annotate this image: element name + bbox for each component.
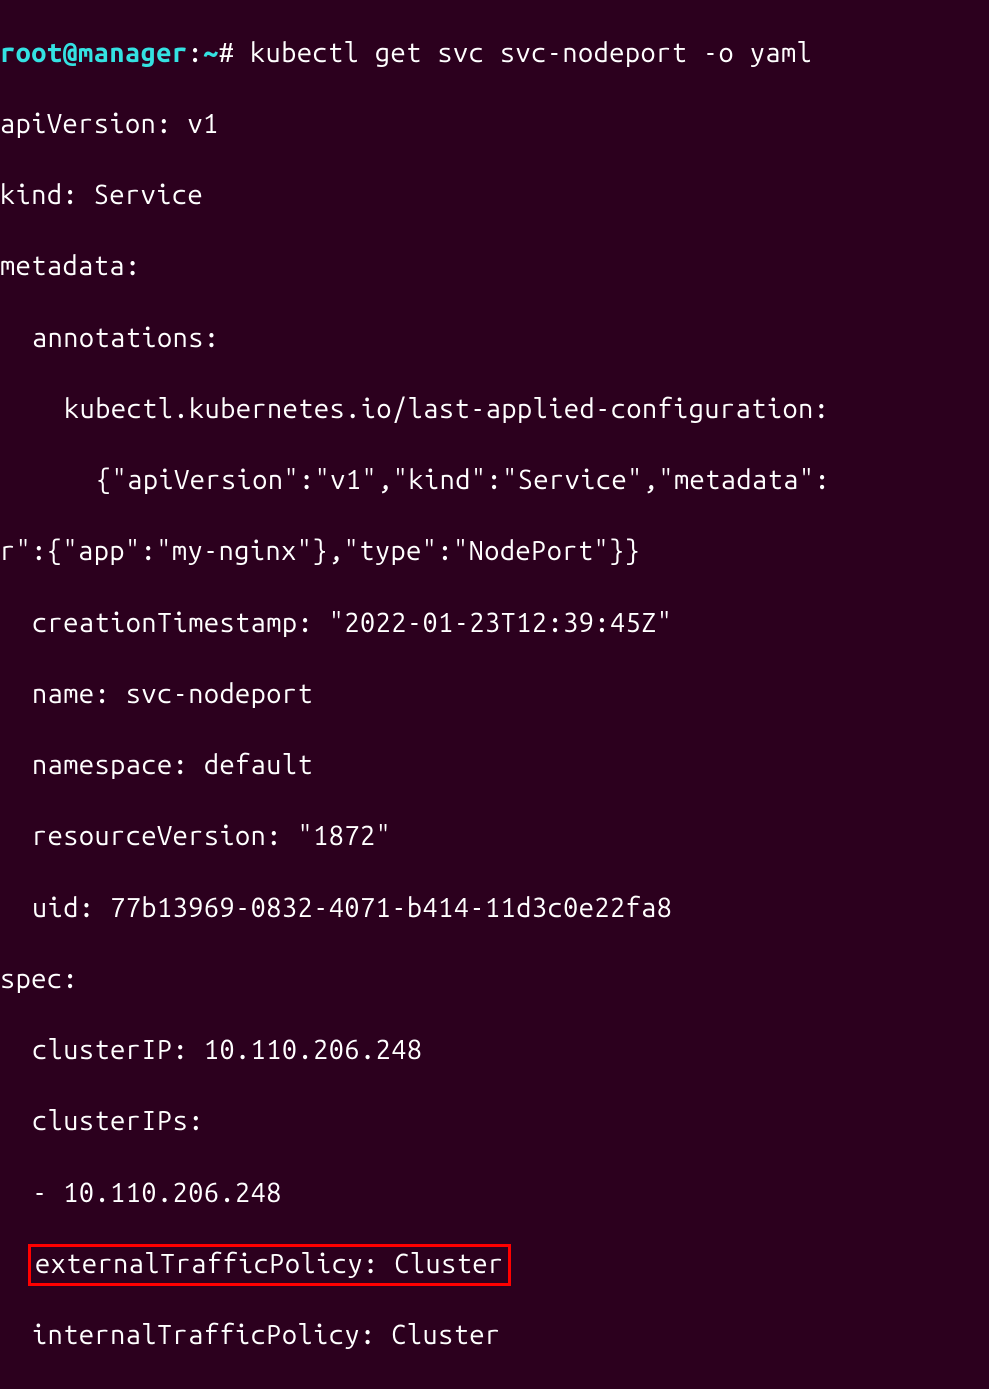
output-line: uid: 77b13969-0832-4071-b414-11d3c0e22fa…: [0, 891, 989, 927]
output-line: clusterIP: 10.110.206.248: [0, 1033, 989, 1069]
command-line: root@manager:~# kubectl get svc svc-node…: [0, 36, 989, 72]
output-line: namespace: default: [0, 748, 989, 784]
prompt-user-host: root@manager: [0, 38, 187, 68]
prompt-path: ~: [203, 38, 219, 68]
output-line-highlighted: externalTrafficPolicy: Cluster: [0, 1247, 989, 1283]
output-line: apiVersion: v1: [0, 107, 989, 143]
prompt-symbol: #: [219, 38, 250, 68]
output-line: creationTimestamp: "2022-01-23T12:39:45Z…: [0, 606, 989, 642]
output-line: annotations:: [0, 321, 989, 357]
output-line: spec:: [0, 962, 989, 998]
output-line: resourceVersion: "1872": [0, 819, 989, 855]
output-line: metadata:: [0, 249, 989, 285]
output-line: internalTrafficPolicy: Cluster: [0, 1318, 989, 1354]
prompt-separator: :: [187, 38, 203, 68]
highlight-annotation: externalTrafficPolicy: Cluster: [28, 1244, 511, 1286]
output-line: kubectl.kubernetes.io/last-applied-confi…: [0, 392, 989, 428]
output-line: name: svc-nodeport: [0, 677, 989, 713]
command-text: kubectl get svc svc-nodeport -o yaml: [250, 38, 812, 68]
output-line: {"apiVersion":"v1","kind":"Service","met…: [0, 463, 989, 499]
output-line: r":{"app":"my-nginx"},"type":"NodePort"}…: [0, 534, 989, 570]
output-line: kind: Service: [0, 178, 989, 214]
output-line: clusterIPs:: [0, 1104, 989, 1140]
terminal-output: root@manager:~# kubectl get svc svc-node…: [0, 0, 989, 1389]
output-line: - 10.110.206.248: [0, 1176, 989, 1212]
